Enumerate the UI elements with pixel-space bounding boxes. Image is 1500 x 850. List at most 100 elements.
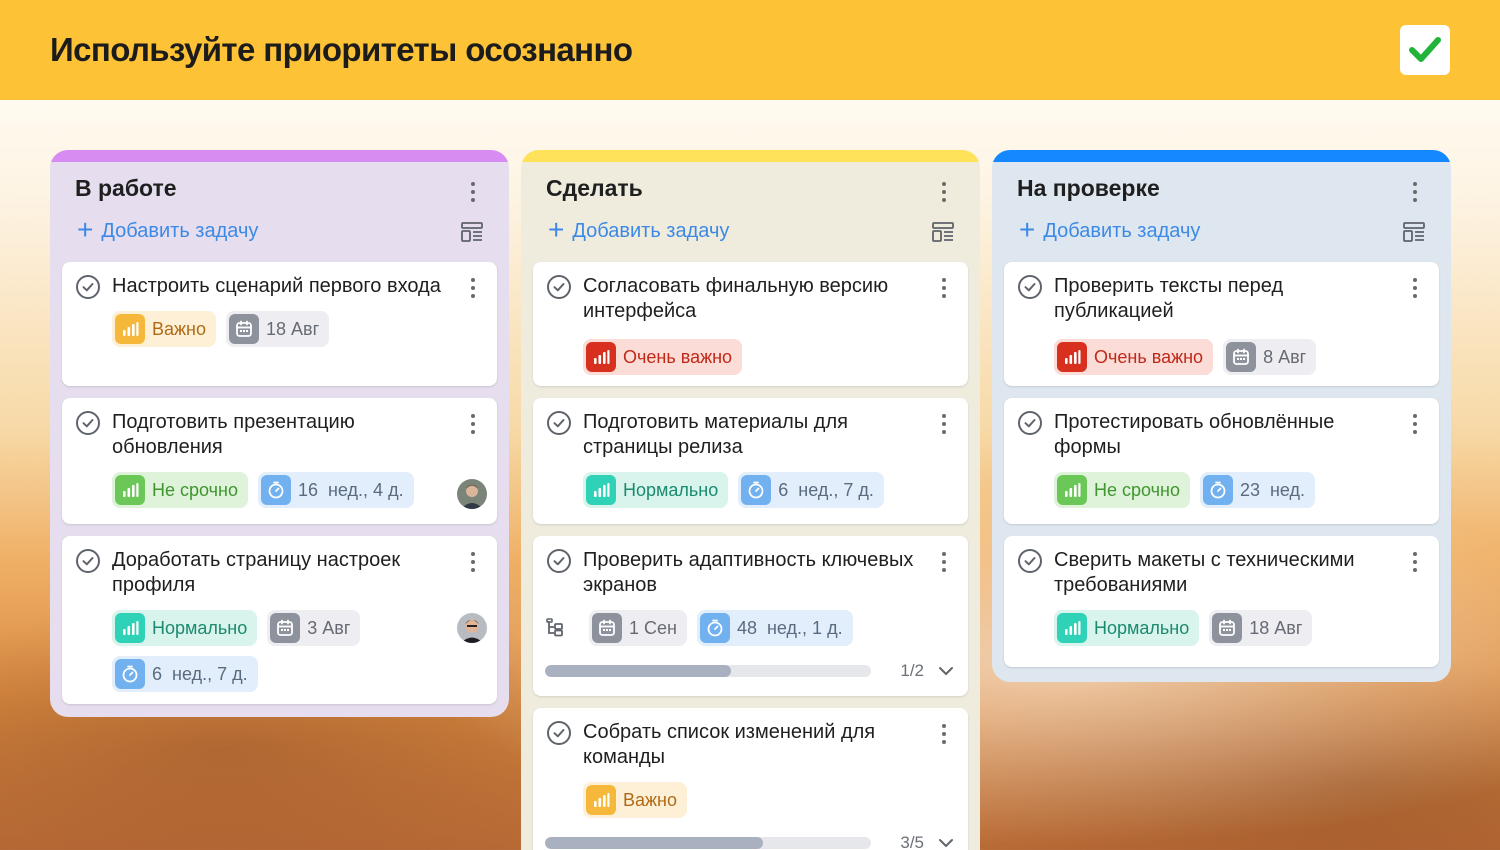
plus-icon: + xyxy=(548,213,565,245)
calendar-icon xyxy=(1212,613,1243,643)
priority-badge[interactable]: Не срочно xyxy=(1054,472,1190,508)
date-label: 8 Авг xyxy=(1263,346,1307,367)
task-card[interactable]: Проверить тексты перед публикацией Очень… xyxy=(1004,262,1439,386)
chevron-down-icon[interactable] xyxy=(938,838,954,848)
calendar-icon xyxy=(592,613,622,643)
page-title: Используйте приоритеты осознанно xyxy=(50,31,633,68)
avatar[interactable] xyxy=(457,613,487,643)
estimate-badge[interactable]: 6 нед., 7 д. xyxy=(738,472,884,508)
circle-check-icon[interactable] xyxy=(1017,410,1043,436)
circle-check-icon[interactable] xyxy=(1017,548,1043,574)
estimate-badge[interactable]: 6 нед., 7 д. xyxy=(112,656,258,692)
column-todo: Сделать + Добавить задачу Согласовать фи… xyxy=(521,150,980,850)
subtasks-icon[interactable] xyxy=(545,618,565,638)
progress-bar xyxy=(545,665,871,677)
add-task-button[interactable]: + Добавить задачу xyxy=(533,212,968,250)
priority-badge[interactable]: Нормально xyxy=(583,472,729,508)
circle-check-icon[interactable] xyxy=(546,548,572,574)
estimate-badge[interactable]: 23 нед. xyxy=(1199,472,1316,508)
task-title: Протестировать обновлённые формы xyxy=(1054,411,1335,458)
more-vertical-icon[interactable] xyxy=(942,724,946,744)
layout-icon[interactable] xyxy=(1403,222,1425,242)
task-card[interactable]: Сверить макеты с техническими требования… xyxy=(1004,536,1439,667)
estimate-label: 6 нед., 7 д. xyxy=(778,479,874,500)
stopwatch-icon xyxy=(1202,475,1233,505)
priority-badge[interactable]: Не срочно xyxy=(112,472,248,508)
priority-badge[interactable]: Очень важно xyxy=(583,339,743,375)
progress-count: 3/5 xyxy=(900,833,924,850)
estimate-label: 23 нед. xyxy=(1239,479,1306,500)
circle-check-icon[interactable] xyxy=(546,720,572,746)
task-card[interactable]: Подготовить материалы для страницы релиз… xyxy=(533,398,968,524)
estimate-badge[interactable]: 16 нед., 4 д. xyxy=(257,472,414,508)
priority-badge[interactable]: Нормально xyxy=(112,610,258,646)
column-header: В работе xyxy=(62,150,497,212)
chevron-down-icon[interactable] xyxy=(938,666,954,676)
calendar-icon xyxy=(229,314,260,344)
more-vertical-icon[interactable] xyxy=(471,414,475,434)
task-card[interactable]: Доработать страницу настроек профиля Нор… xyxy=(62,536,497,704)
date-badge[interactable]: 18 Авг xyxy=(1209,610,1313,646)
more-vertical-icon[interactable] xyxy=(471,182,475,202)
priority-label: Не срочно xyxy=(1094,479,1180,500)
more-vertical-icon[interactable] xyxy=(1413,278,1417,298)
circle-check-icon[interactable] xyxy=(546,410,572,436)
date-badge[interactable]: 1 Сен xyxy=(589,610,687,646)
more-vertical-icon[interactable] xyxy=(1413,552,1417,572)
add-task-button[interactable]: + Добавить задачу xyxy=(1004,212,1439,250)
task-title: Согласовать финальную версию интерфейса xyxy=(583,275,889,322)
priority-label: Нормально xyxy=(623,479,719,500)
date-badge[interactable]: 8 Авг xyxy=(1223,339,1317,375)
more-vertical-icon[interactable] xyxy=(1413,414,1417,434)
plus-icon: + xyxy=(77,213,94,245)
task-card[interactable]: Проверить адаптивность ключевых экранов … xyxy=(533,536,968,696)
circle-check-icon[interactable] xyxy=(1017,274,1043,300)
more-vertical-icon[interactable] xyxy=(471,278,475,298)
task-card[interactable]: Согласовать финальную версию интерфейса … xyxy=(533,262,968,386)
more-vertical-icon[interactable] xyxy=(942,552,946,572)
subtask-progress: 3/5 xyxy=(545,832,954,850)
column-header: Сделать xyxy=(533,150,968,212)
add-task-label: Добавить задачу xyxy=(1043,219,1201,242)
date-badge[interactable]: 18 Авг xyxy=(226,311,330,347)
more-vertical-icon[interactable] xyxy=(942,414,946,434)
more-vertical-icon[interactable] xyxy=(471,552,475,572)
priority-badge[interactable]: Важно xyxy=(112,311,217,347)
calendar-icon xyxy=(1226,342,1257,372)
more-vertical-icon[interactable] xyxy=(942,182,946,202)
task-card[interactable]: Собрать список изменений для команды Важ… xyxy=(533,708,968,850)
more-vertical-icon[interactable] xyxy=(1413,182,1417,202)
stopwatch-icon xyxy=(115,659,145,689)
circle-check-icon[interactable] xyxy=(546,274,572,300)
circle-check-icon[interactable] xyxy=(75,548,101,574)
layout-icon[interactable] xyxy=(932,222,954,242)
progress-fill xyxy=(545,837,764,849)
priority-label: Очень важно xyxy=(1094,346,1204,367)
date-badge[interactable]: 3 Авг xyxy=(267,610,361,646)
task-card[interactable]: Протестировать обновлённые формы Не сроч… xyxy=(1004,398,1439,524)
bar-chart-icon xyxy=(586,342,616,372)
task-card[interactable]: Настроить сценарий первого входа Важно 1… xyxy=(62,262,497,386)
priority-badge[interactable]: Нормально xyxy=(1054,610,1200,646)
bar-chart-icon xyxy=(115,475,145,505)
avatar[interactable] xyxy=(457,479,487,509)
date-label: 18 Авг xyxy=(1249,617,1303,638)
task-card[interactable]: Подготовить презентацию обновления Не ср… xyxy=(62,398,497,524)
estimate-badge[interactable]: 48 нед., 1 д. xyxy=(696,610,853,646)
more-vertical-icon[interactable] xyxy=(942,278,946,298)
layout-icon[interactable] xyxy=(461,222,483,242)
add-task-label: Добавить задачу xyxy=(572,219,730,242)
header-bar: Используйте приоритеты осознанно xyxy=(0,0,1500,100)
priority-badge[interactable]: Очень важно xyxy=(1054,339,1214,375)
priority-badge[interactable]: Важно xyxy=(583,782,688,818)
date-label: 18 Авг xyxy=(266,318,320,339)
bar-chart-icon xyxy=(586,785,616,815)
stopwatch-icon xyxy=(699,613,730,643)
circle-check-icon[interactable] xyxy=(75,410,101,436)
circle-check-icon[interactable] xyxy=(75,274,101,300)
priority-label: Важно xyxy=(623,789,678,810)
task-title: Настроить сценарий первого входа xyxy=(112,275,441,297)
add-task-button[interactable]: + Добавить задачу xyxy=(62,212,497,250)
priority-label: Важно xyxy=(152,318,207,339)
bar-chart-icon xyxy=(586,475,616,505)
